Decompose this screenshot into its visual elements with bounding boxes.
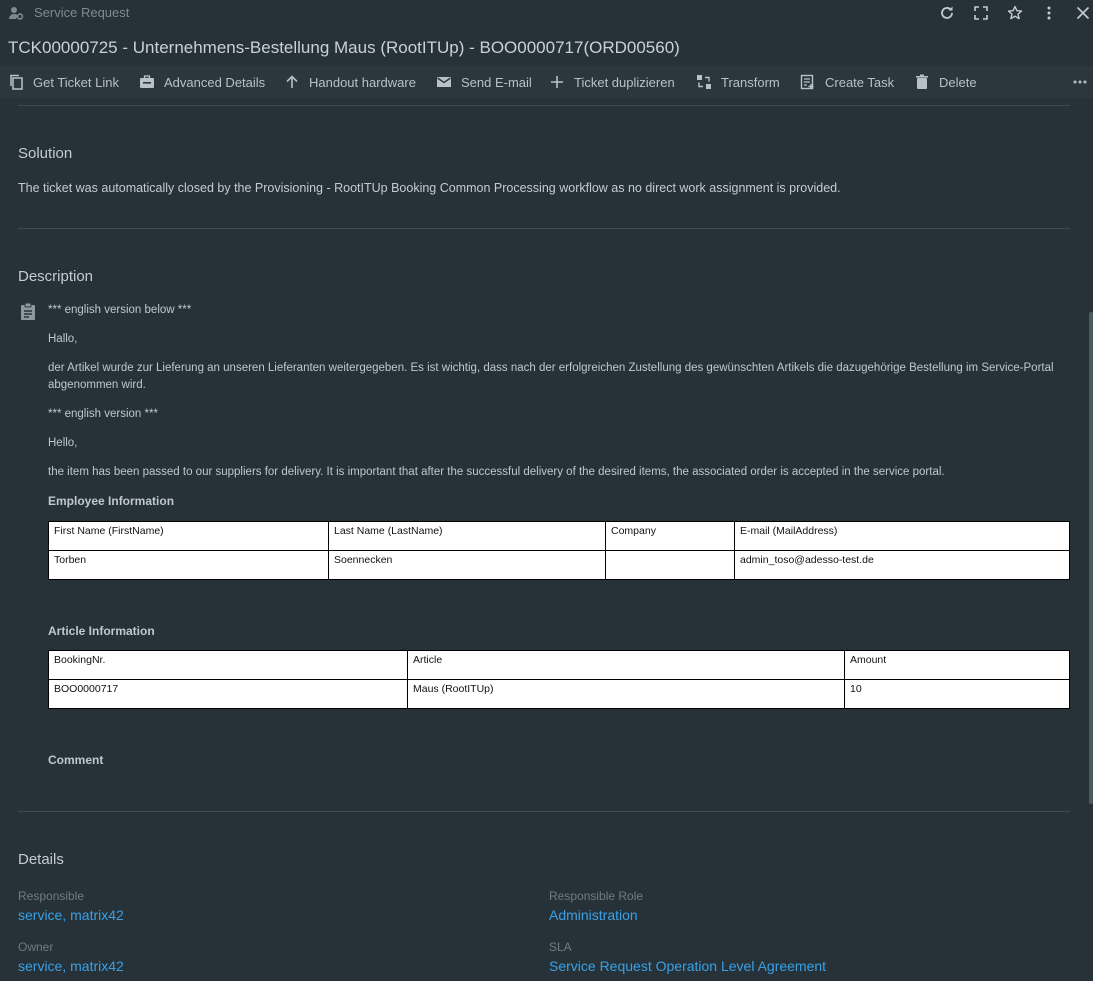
table-header-cell: Last Name (LastName) <box>328 521 606 551</box>
responsible-label: Responsible <box>18 889 85 903</box>
table-header-cell: First Name (FirstName) <box>48 521 329 551</box>
handout-hardware-label: Handout hardware <box>309 74 416 90</box>
briefcase-icon <box>140 75 154 88</box>
delete-button[interactable]: Delete <box>914 66 977 98</box>
table-cell: Maus (RootITUp) <box>407 679 845 709</box>
user-gear-icon <box>8 5 24 21</box>
task-list-icon <box>800 74 814 90</box>
table-header-row: First Name (FirstName) Last Name (LastNa… <box>48 521 1070 551</box>
description-line: *** english version *** <box>48 408 158 420</box>
table-cell <box>605 550 735 580</box>
send-email-button[interactable]: Send E-mail <box>436 66 532 98</box>
create-task-button[interactable]: Create Task <box>800 66 894 98</box>
trash-icon <box>916 74 928 89</box>
plus-icon <box>551 76 563 88</box>
title-bar: Service Request <box>0 0 1093 26</box>
table-cell: 10 <box>844 679 1070 709</box>
create-task-label: Create Task <box>825 74 895 90</box>
close-icon[interactable] <box>1074 4 1092 22</box>
star-icon[interactable] <box>1006 4 1024 22</box>
divider <box>18 811 1070 812</box>
description-line: Hallo, <box>48 333 78 345</box>
description-title: Description <box>18 268 94 285</box>
responsible-link[interactable]: service, matrix42 <box>18 907 124 923</box>
transform-icon <box>697 75 711 89</box>
copy-icon <box>10 74 23 90</box>
arrow-up-icon <box>286 75 298 88</box>
advanced-details-button[interactable]: Advanced Details <box>139 66 265 98</box>
responsible-role-link[interactable]: Administration <box>549 907 638 923</box>
table-cell: admin_toso@adesso-test.de <box>734 550 1070 580</box>
advanced-details-label: Advanced Details <box>164 74 266 90</box>
owner-link[interactable]: service, matrix42 <box>18 958 124 974</box>
ticket-duplizieren-button[interactable]: Ticket duplizieren <box>549 66 675 98</box>
divider <box>18 105 1070 106</box>
send-email-label: Send E-mail <box>461 74 532 90</box>
maximize-icon[interactable] <box>972 4 990 22</box>
table-header-cell: Company <box>605 521 735 551</box>
owner-label: Owner <box>18 940 54 954</box>
solution-title: Solution <box>18 145 73 162</box>
sla-label: SLA <box>549 940 572 954</box>
employee-table: First Name (FirstName) Last Name (LastNa… <box>48 521 1070 580</box>
clipboard-icon <box>19 302 37 320</box>
ticket-duplizieren-label: Ticket duplizieren <box>574 74 675 90</box>
description-line: der Artikel wurde zur Lieferung an unser… <box>48 362 1054 391</box>
solution-text: The ticket was automatically closed by t… <box>18 181 841 195</box>
table-header-cell: E-mail (MailAddress) <box>734 521 1070 551</box>
sla-link[interactable]: Service Request Operation Level Agreemen… <box>549 958 826 974</box>
more-vertical-icon[interactable] <box>1040 4 1058 22</box>
description-line: the item has been passed to our supplier… <box>48 466 945 478</box>
comment-heading: Comment <box>48 753 104 767</box>
table-row: Torben Soennecken admin_toso@adesso-test… <box>48 550 1070 580</box>
divider <box>18 228 1070 229</box>
article-table: BookingNr. Article Amount BOO0000717 Mau… <box>48 650 1070 709</box>
description-line: Hello, <box>48 437 78 449</box>
content-area: Solution The ticket was automatically cl… <box>0 98 1093 981</box>
table-header-cell: Article <box>407 650 845 680</box>
delete-label: Delete <box>939 74 977 90</box>
responsible-role-label: Responsible Role <box>549 889 644 903</box>
table-cell: BOO0000717 <box>48 679 408 709</box>
app-title: Service Request <box>34 5 130 20</box>
more-horizontal-icon[interactable] <box>1072 74 1088 90</box>
table-header-cell: Amount <box>844 650 1070 680</box>
mail-icon <box>437 77 451 87</box>
details-title: Details <box>18 851 64 868</box>
table-header-row: BookingNr. Article Amount <box>48 650 1070 680</box>
handout-hardware-button[interactable]: Handout hardware <box>284 66 416 98</box>
article-information-heading: Article Information <box>48 624 155 638</box>
get-ticket-link-label: Get Ticket Link <box>33 74 119 90</box>
transform-button[interactable]: Transform <box>696 66 780 98</box>
table-cell: Torben <box>48 550 329 580</box>
transform-label: Transform <box>721 74 780 90</box>
get-ticket-link-button[interactable]: Get Ticket Link <box>8 66 119 98</box>
table-header-cell: BookingNr. <box>48 650 408 680</box>
ticket-title: TCK00000725 - Unternehmens-Bestellung Ma… <box>8 38 680 57</box>
employee-information-heading: Employee Information <box>48 494 175 508</box>
description-line: *** english version below *** <box>48 304 192 316</box>
action-toolbar: Get Ticket Link Advanced Details Handout… <box>0 66 1093 98</box>
table-cell: Soennecken <box>328 550 606 580</box>
vertical-scrollbar[interactable] <box>1089 312 1093 804</box>
refresh-icon[interactable] <box>938 4 956 22</box>
table-row: BOO0000717 Maus (RootITUp) 10 <box>48 679 1070 709</box>
